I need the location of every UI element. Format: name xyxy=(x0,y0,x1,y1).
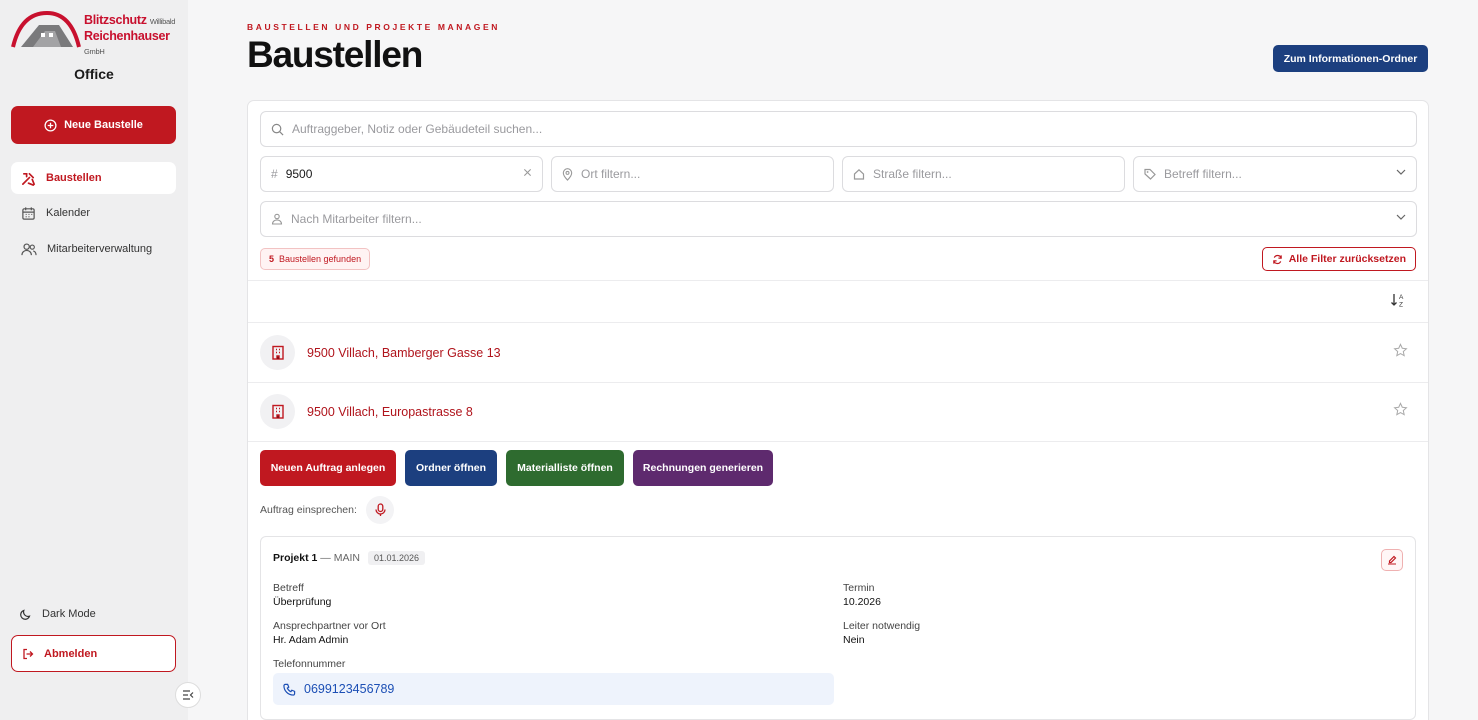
mitarbeiter-filter-select[interactable]: Nach Mitarbeiter filtern... xyxy=(260,201,1417,237)
results-count-label: Baustellen gefunden xyxy=(279,254,362,264)
sidebar: Blitzschutz Willibald Reichenhauser GmbH… xyxy=(0,0,188,720)
betreff-filter-select[interactable]: Betreff filtern... xyxy=(1133,156,1417,192)
project-name: Projekt 1 xyxy=(273,552,318,564)
moon-icon xyxy=(20,609,31,620)
results-count: 5 xyxy=(269,254,275,264)
ladder-label: Leiter notwendig xyxy=(843,620,921,632)
dark-mode-toggle[interactable]: Dark Mode xyxy=(11,604,96,624)
contact-value: Hr. Adam Admin xyxy=(273,634,349,646)
plus-circle-icon xyxy=(44,118,57,132)
strasse-filter-input[interactable]: Straße filtern... xyxy=(842,156,1125,192)
termin-label: Termin xyxy=(843,582,875,594)
ladder-value: Nein xyxy=(843,634,865,646)
generate-invoices-button[interactable]: Rechnungen generieren xyxy=(633,450,773,486)
refresh-icon xyxy=(1272,254,1282,264)
strasse-filter-placeholder: Straße filtern... xyxy=(873,167,952,181)
logout-button[interactable]: Abmelden xyxy=(11,635,176,672)
logo-text: Blitzschutz Willibald Reichenhauser GmbH xyxy=(84,13,176,56)
chevron-down-icon xyxy=(1396,213,1406,221)
mitarbeiter-filter-placeholder: Nach Mitarbeiter filtern... xyxy=(291,212,422,226)
reset-filters-button[interactable]: Alle Filter zurücksetzen xyxy=(1261,247,1416,271)
sidebar-item-baustellen[interactable]: Baustellen xyxy=(11,162,176,194)
phone-link[interactable]: 0699123456789 xyxy=(273,673,834,705)
collapse-icon xyxy=(183,690,194,700)
phone-number: 0699123456789 xyxy=(304,682,395,696)
ort-filter-input[interactable]: Ort filtern... xyxy=(551,156,834,192)
map-pin-icon xyxy=(562,167,573,181)
site-row[interactable]: 9500 Villach, Bamberger Gasse 13 xyxy=(248,323,1428,382)
project-date: 01.01.2026 xyxy=(367,551,425,565)
project-card: Projekt 1 — MAIN 01.01.2026 Betreff Über… xyxy=(260,536,1416,720)
contact-label: Ansprechpartner vor Ort xyxy=(273,620,386,632)
search-placeholder: Auftraggeber, Notiz oder Gebäudeteil suc… xyxy=(292,122,543,136)
edit-icon xyxy=(1388,555,1397,565)
star-icon[interactable] xyxy=(1393,342,1408,363)
microphone-icon xyxy=(374,503,386,516)
open-folder-button[interactable]: Ordner öffnen xyxy=(405,450,497,486)
star-icon[interactable] xyxy=(1393,401,1408,422)
section-title: Office xyxy=(74,66,114,82)
building-icon xyxy=(260,394,295,429)
logout-label: Abmelden xyxy=(44,647,98,660)
clear-icon[interactable] xyxy=(523,168,532,177)
material-list-button[interactable]: Materialliste öffnen xyxy=(506,450,624,486)
tools-icon xyxy=(22,172,36,186)
chevron-down-icon xyxy=(1396,168,1406,176)
search-input[interactable]: Auftraggeber, Notiz oder Gebäudeteil suc… xyxy=(260,111,1417,147)
new-site-button[interactable]: Neue Baustelle xyxy=(11,106,176,144)
calendar-icon xyxy=(22,206,35,220)
dark-mode-label: Dark Mode xyxy=(42,608,96,620)
logo-roof-icon xyxy=(11,11,81,48)
sidebar-item-kalender[interactable]: Kalender xyxy=(11,197,176,229)
building-icon xyxy=(260,335,295,370)
company-logo[interactable]: Blitzschutz Willibald Reichenhauser GmbH xyxy=(11,11,177,56)
phone-icon xyxy=(283,683,296,696)
new-order-button[interactable]: Neuen Auftrag anlegen xyxy=(260,450,396,486)
sidebar-item-label: Mitarbeiterverwaltung xyxy=(47,243,153,255)
page-title: Baustellen xyxy=(247,34,423,75)
page-eyebrow: BAUSTELLEN UND PROJEKTE MANAGEN xyxy=(247,22,500,32)
project-separator: — xyxy=(320,552,331,564)
users-icon xyxy=(21,242,37,255)
worker-icon xyxy=(271,213,283,225)
reset-filters-label: Alle Filter zurücksetzen xyxy=(1288,253,1406,265)
termin-value: 10.2026 xyxy=(843,596,881,608)
hash-icon: # xyxy=(271,167,278,181)
ort-filter-placeholder: Ort filtern... xyxy=(581,167,641,181)
site-title[interactable]: 9500 Villach, Europastrasse 8 xyxy=(307,405,473,419)
site-title[interactable]: 9500 Villach, Bamberger Gasse 13 xyxy=(307,346,501,360)
svg-text:A: A xyxy=(1399,294,1404,301)
betreff-value: Überprüfung xyxy=(273,596,332,608)
svg-text:Z: Z xyxy=(1399,302,1403,309)
tag-icon xyxy=(1144,168,1156,180)
microphone-button[interactable] xyxy=(366,496,394,524)
divider xyxy=(248,441,1428,442)
home-icon xyxy=(853,168,865,180)
logout-icon xyxy=(23,648,34,659)
site-row[interactable]: 9500 Villach, Europastrasse 8 xyxy=(248,382,1428,441)
divider xyxy=(248,280,1428,281)
info-folder-button[interactable]: Zum Informationen-Ordner xyxy=(1273,45,1428,72)
number-filter-input[interactable]: # 9500 xyxy=(260,156,543,192)
new-site-label: Neue Baustelle xyxy=(64,119,143,131)
search-icon xyxy=(271,123,284,136)
project-type: MAIN xyxy=(333,552,360,564)
dictate-label: Auftrag einsprechen: xyxy=(260,504,357,516)
collapse-sidebar-button[interactable] xyxy=(175,682,201,708)
sidebar-item-label: Kalender xyxy=(46,207,91,219)
sites-panel: Auftraggeber, Notiz oder Gebäudeteil suc… xyxy=(247,100,1429,720)
edit-project-button[interactable] xyxy=(1381,549,1403,571)
sort-az-icon[interactable]: AZ xyxy=(1390,292,1406,313)
project-header: Projekt 1 — MAIN 01.01.2026 xyxy=(273,551,425,565)
betreff-filter-placeholder: Betreff filtern... xyxy=(1164,167,1242,181)
betreff-label: Betreff xyxy=(273,582,304,594)
number-filter-value: 9500 xyxy=(285,167,313,181)
sidebar-item-label: Baustellen xyxy=(46,172,102,184)
phone-label: Telefonnummer xyxy=(273,658,346,670)
sidebar-item-mitarbeiterverwaltung[interactable]: Mitarbeiterverwaltung xyxy=(11,233,176,265)
results-count-badge: 5 Baustellen gefunden xyxy=(260,248,371,270)
